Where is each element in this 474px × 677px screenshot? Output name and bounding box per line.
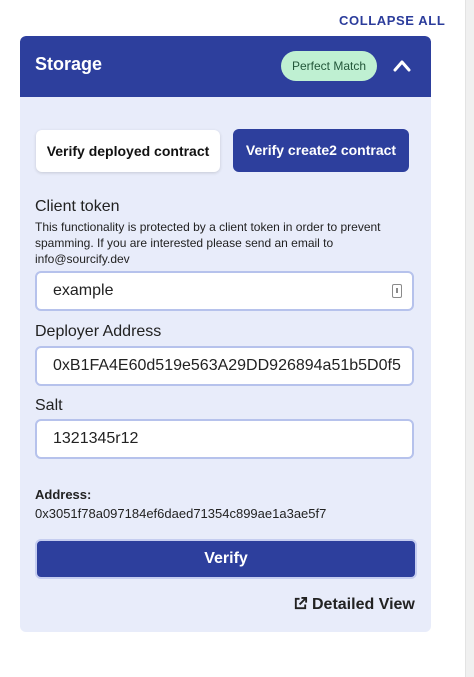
scrollbar[interactable] [465, 0, 474, 677]
collapse-all-link[interactable]: COLLAPSE ALL [339, 13, 445, 28]
address-label: Address: [35, 487, 92, 502]
storage-card: Storage Perfect Match Verify deployed co… [20, 36, 431, 632]
password-manager-icon[interactable] [392, 284, 402, 298]
client-token-label: Client token [35, 198, 120, 215]
client-token-description: This functionality is protected by a cli… [35, 220, 381, 266]
salt-input[interactable]: 1321345r12 [35, 419, 414, 459]
deployer-address-label: Deployer Address [35, 323, 162, 340]
detailed-view-label: Detailed View [312, 596, 415, 613]
card-title: Storage [35, 54, 103, 74]
salt-value: 1321345r12 [53, 430, 139, 447]
external-link-icon [294, 596, 308, 610]
client-token-input[interactable]: example [35, 271, 414, 311]
card-header[interactable]: Storage Perfect Match [20, 36, 431, 97]
verify-deployed-tab[interactable]: Verify deployed contract [36, 130, 220, 172]
match-status-badge: Perfect Match [281, 51, 377, 81]
deployer-address-input[interactable]: 0xB1FA4E60d519e563A29DD926894a51b5D0f5 [35, 346, 414, 386]
detailed-view-link[interactable]: Detailed View [293, 596, 415, 614]
salt-label: Salt [35, 397, 63, 414]
verify-button[interactable]: Verify [35, 539, 417, 579]
verify-create2-tab[interactable]: Verify create2 contract [233, 129, 409, 172]
chevron-up-icon[interactable] [392, 56, 412, 76]
deployer-address-value: 0xB1FA4E60d519e563A29DD926894a51b5D0f5 [53, 357, 401, 374]
client-token-value: example [53, 282, 114, 299]
address-value: 0x3051f78a097184ef6daed71354c899ae1a3ae5… [35, 506, 327, 521]
